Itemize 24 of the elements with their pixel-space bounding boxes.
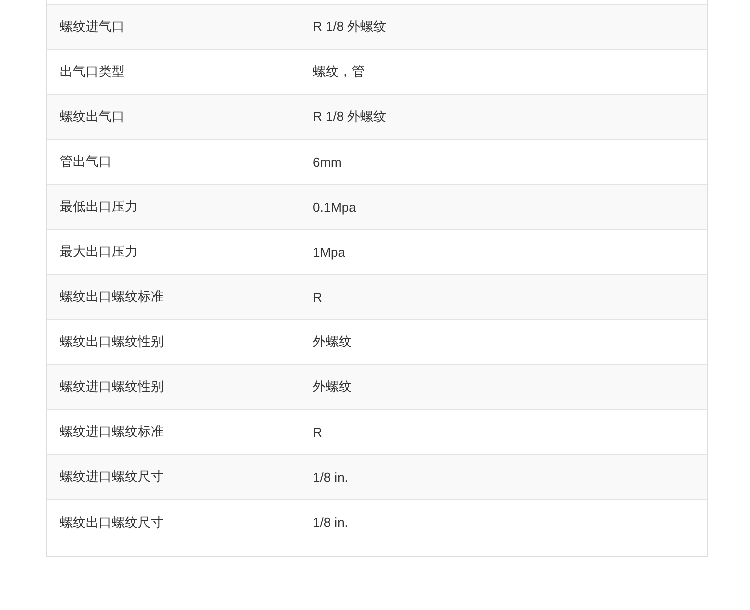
spec-value: 0.1Mpa [313, 200, 358, 214]
spec-label: 螺纹进口螺纹性别 [59, 378, 165, 396]
spec-value: R 1/8 外螺纹 [313, 108, 388, 126]
spec-label: 螺纹进口螺纹标准 [59, 423, 165, 441]
spec-value: 1Mpa [313, 244, 347, 260]
spec-value: R [313, 424, 324, 440]
spec-label: 螺纹出口螺纹标准 [59, 288, 165, 306]
spec-value: 6mm [313, 154, 343, 170]
spec-label: 出气口类型 [59, 63, 126, 81]
spec-label: 螺纹出口螺纹性别 [59, 333, 165, 351]
spec-label: 螺纹出口螺纹尺寸 [59, 514, 165, 532]
spec-label: 螺纹进气口 [59, 18, 126, 36]
spec-value: 外螺纹 [313, 333, 353, 351]
spec-value: 1/8 in. [313, 470, 350, 484]
spec-value: 螺纹，管 [313, 63, 366, 81]
spec-value: 外螺纹 [313, 378, 353, 396]
spec-label: 最大出口压力 [59, 243, 139, 261]
spec-label: 螺纹进口螺纹尺寸 [59, 468, 165, 486]
spec-value: R [313, 290, 324, 304]
spec-label: 最低出口压力 [59, 198, 139, 216]
spec-value: 1/8 in. [313, 515, 350, 530]
spec-label: 管出气口 [59, 153, 113, 171]
spec-value: R 1/8 外螺纹 [313, 18, 388, 36]
spec-label: 螺纹出气口 [59, 108, 126, 126]
